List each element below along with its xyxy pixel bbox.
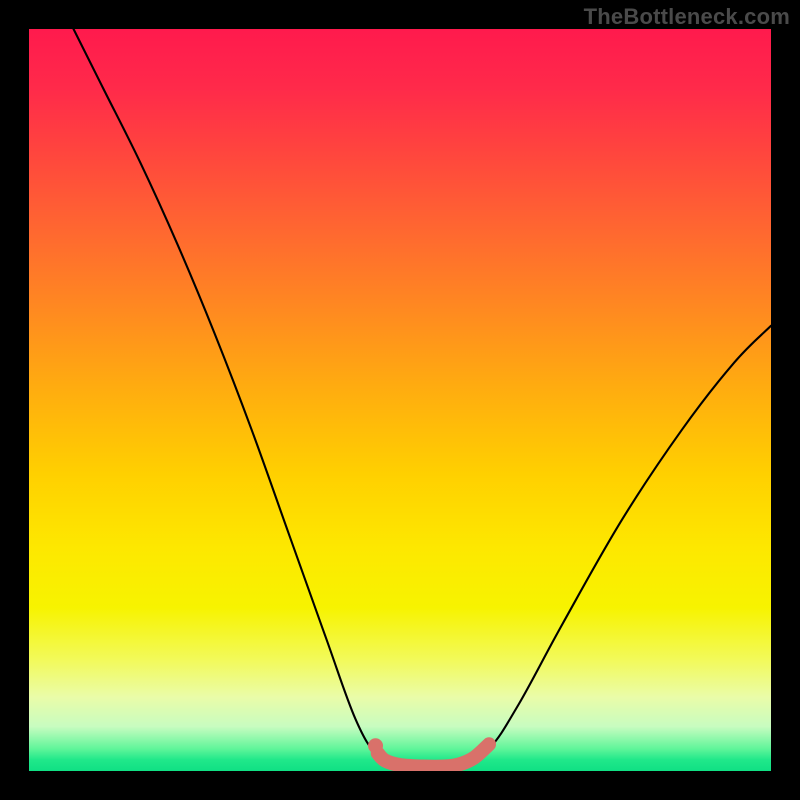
- chart-frame: TheBottleneck.com: [0, 0, 800, 800]
- optimal-dot: [368, 738, 383, 753]
- plot-area: [29, 29, 771, 771]
- curve-layer: [29, 29, 771, 771]
- optimal-band-path: [378, 744, 489, 767]
- bottleneck-curve-path: [74, 29, 771, 769]
- watermark-text: TheBottleneck.com: [584, 4, 790, 30]
